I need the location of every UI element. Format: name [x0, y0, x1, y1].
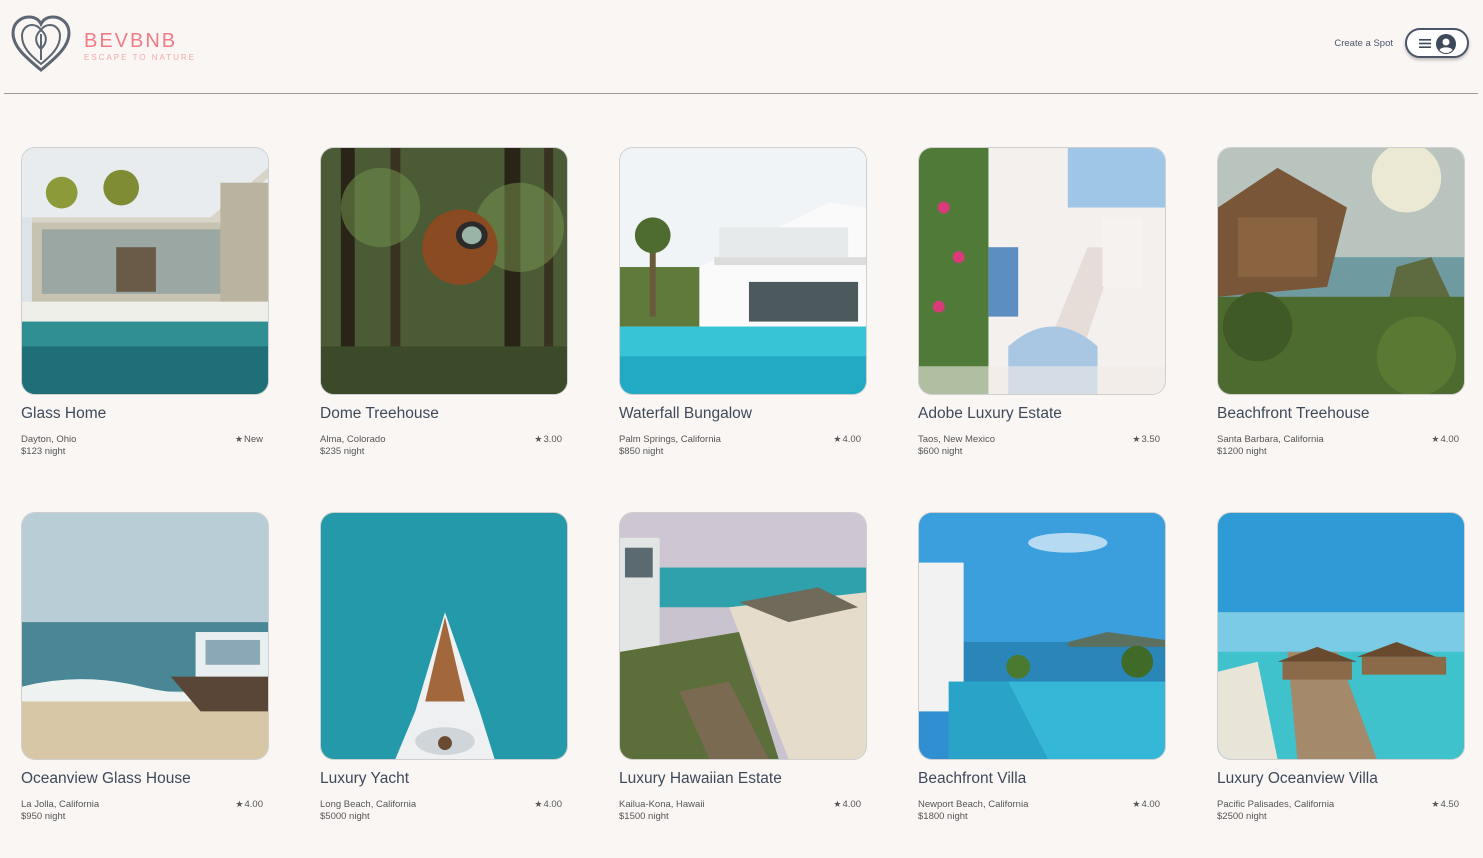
spot-price: $123 night [21, 446, 66, 457]
rating-value: 4.00 [1141, 799, 1161, 810]
header-divider [4, 93, 1478, 94]
star-icon: ★ [534, 434, 543, 444]
spot-location: Long Beach, California [320, 799, 417, 810]
spot-card[interactable]: Luxury Oceanview Villa Pacific Palisades… [1217, 512, 1465, 837]
spot-card[interactable]: Glass Home Dayton, Ohio $123 night ★New [21, 147, 269, 472]
heart-leaf-logo[interactable] [10, 14, 72, 74]
spot-title: Beachfront Villa [918, 770, 1027, 787]
star-icon: ★ [1431, 799, 1440, 809]
spot-location: Alma, Colorado [320, 434, 386, 445]
rating-value: 4.00 [244, 799, 264, 810]
spot-location: Pacific Palisades, California [1217, 799, 1335, 810]
spot-price: $1500 night [619, 811, 669, 822]
spot-card[interactable]: Oceanview Glass House La Jolla, Californ… [21, 512, 269, 837]
spot-price: $600 night [918, 446, 963, 457]
spot-rating: ★4.00 [1132, 799, 1160, 810]
rating-value: 3.50 [1141, 434, 1161, 445]
rating-value: 4.00 [842, 434, 862, 445]
top-nav: BEVBNB ESCAPE TO NATURE Create a Spot [0, 0, 1483, 94]
spot-card[interactable]: Beachfront Treehouse Santa Barbara, Cali… [1217, 147, 1465, 472]
spot-location: Taos, New Mexico [918, 434, 996, 445]
spot-price: $1800 night [918, 811, 968, 822]
spot-title: Beachfront Treehouse [1217, 405, 1370, 422]
spot-rating: ★New [235, 434, 263, 445]
spot-card[interactable]: Dome Treehouse Alma, Colorado $235 night… [320, 147, 568, 472]
spot-title: Dome Treehouse [320, 405, 439, 422]
spot-rating: ★4.50 [1431, 799, 1459, 810]
spot-card[interactable]: Luxury Yacht Long Beach, California $500… [320, 512, 568, 837]
spot-image[interactable] [1217, 512, 1465, 760]
spot-image[interactable] [918, 147, 1166, 395]
rating-value: 4.00 [1440, 434, 1460, 445]
spot-card[interactable]: Waterfall Bungalow Palm Springs, Califor… [619, 147, 867, 472]
spot-card[interactable]: Luxury Hawaiian Estate Kailua-Kona, Hawa… [619, 512, 867, 837]
spot-price: $5000 night [320, 811, 370, 822]
spot-location: La Jolla, California [21, 799, 100, 810]
spot-image[interactable] [21, 512, 269, 760]
spots-grid: Glass Home Dayton, Ohio $123 night ★New … [21, 147, 1465, 837]
spot-rating: ★4.00 [235, 799, 263, 810]
rating-value: 4.00 [543, 799, 563, 810]
rating-value: 3.00 [543, 434, 563, 445]
spot-image[interactable] [320, 512, 568, 760]
spot-rating: ★4.00 [833, 434, 861, 445]
spot-title: Glass Home [21, 405, 107, 422]
brand-name: BEVBNB [84, 30, 178, 52]
spot-price: $950 night [21, 811, 66, 822]
star-icon: ★ [1132, 434, 1141, 444]
star-icon: ★ [235, 799, 244, 809]
spot-rating: ★4.00 [1431, 434, 1459, 445]
star-icon: ★ [833, 799, 842, 809]
spot-rating: ★3.00 [534, 434, 562, 445]
brand-tagline: ESCAPE TO NATURE [84, 53, 197, 62]
spot-image[interactable] [320, 147, 568, 395]
spot-card[interactable]: Adobe Luxury Estate Taos, New Mexico $60… [918, 147, 1166, 472]
spot-rating: ★4.00 [534, 799, 562, 810]
spot-price: $2500 night [1217, 811, 1267, 822]
hamburger-menu-icon [1419, 39, 1431, 48]
star-icon: ★ [1132, 799, 1141, 809]
spot-title: Oceanview Glass House [21, 770, 191, 787]
star-icon: ★ [1431, 434, 1440, 444]
spot-price: $1200 night [1217, 446, 1267, 457]
create-spot-link[interactable]: Create a Spot [1334, 38, 1393, 49]
brand: BEVBNB ESCAPE TO NATURE [84, 30, 196, 63]
spot-location: Santa Barbara, California [1217, 434, 1324, 445]
spot-location: Palm Springs, California [619, 434, 721, 445]
profile-menu-button[interactable] [1405, 28, 1469, 58]
spot-image[interactable] [21, 147, 269, 395]
spot-image[interactable] [619, 512, 867, 760]
spot-price: $850 night [619, 446, 664, 457]
rating-value: 4.50 [1440, 799, 1460, 810]
spot-title: Luxury Hawaiian Estate [619, 770, 782, 787]
user-avatar-icon [1436, 34, 1456, 54]
spot-card[interactable]: Beachfront Villa Newport Beach, Californ… [918, 512, 1166, 837]
spot-rating: ★3.50 [1132, 434, 1160, 445]
star-icon: ★ [234, 434, 243, 444]
spot-rating: ★4.00 [833, 799, 861, 810]
spot-title: Adobe Luxury Estate [918, 405, 1062, 422]
rating-value: 4.00 [842, 799, 862, 810]
spot-location: Kailua-Kona, Hawaii [619, 799, 705, 810]
spot-location: Dayton, Ohio [21, 434, 77, 445]
star-icon: ★ [534, 799, 543, 809]
spot-image[interactable] [918, 512, 1166, 760]
spot-image[interactable] [1217, 147, 1465, 395]
rating-value: New [243, 434, 263, 445]
spot-title: Luxury Oceanview Villa [1217, 770, 1378, 787]
spot-image[interactable] [619, 147, 867, 395]
spot-title: Waterfall Bungalow [619, 405, 752, 422]
star-icon: ★ [833, 434, 842, 444]
spot-price: $235 night [320, 446, 365, 457]
spot-location: Newport Beach, California [918, 799, 1029, 810]
spot-title: Luxury Yacht [320, 770, 410, 787]
